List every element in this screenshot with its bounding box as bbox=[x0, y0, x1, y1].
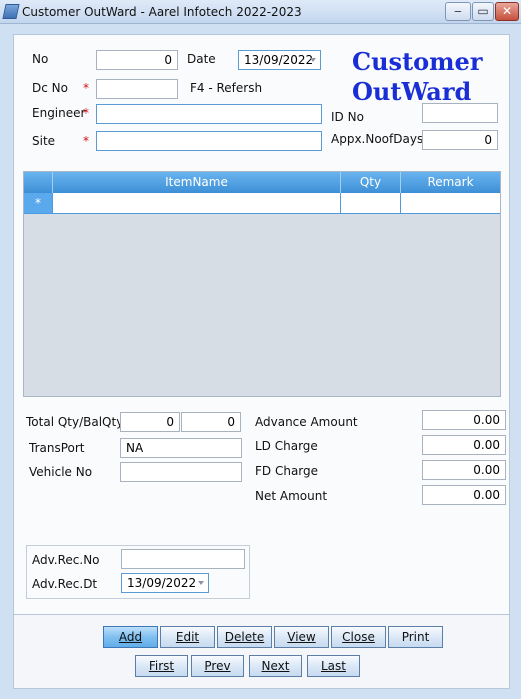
total-qty-field[interactable]: 0 bbox=[120, 412, 180, 432]
cell-remark[interactable] bbox=[401, 193, 500, 213]
bal-qty-field[interactable]: 0 bbox=[181, 412, 241, 432]
net-amount-field[interactable]: 0.00 bbox=[422, 485, 506, 505]
window-title: Customer OutWard - Aarel Infotech 2022-2… bbox=[22, 5, 302, 19]
advance-receipt-group: Adv.Rec.No Adv.Rec.Dt 13/09/2022 bbox=[26, 545, 250, 599]
adv-rec-dt-value: 13/09/2022 bbox=[127, 576, 197, 590]
next-button[interactable]: Next bbox=[249, 655, 302, 677]
edit-button[interactable]: Edit bbox=[160, 626, 215, 648]
adv-rec-dt-label: Adv.Rec.Dt bbox=[32, 577, 98, 591]
form-heading: Customer OutWard bbox=[352, 47, 482, 107]
form-heading-line1: Customer bbox=[352, 47, 483, 76]
days-label: Appx.NoofDays bbox=[331, 132, 424, 146]
column-header-remark[interactable]: Remark bbox=[401, 172, 500, 193]
total-qty-label: Total Qty/BalQty bbox=[26, 415, 124, 429]
last-button[interactable]: Last bbox=[307, 655, 360, 677]
date-label: Date bbox=[187, 52, 216, 66]
ld-charge-field[interactable]: 0.00 bbox=[422, 435, 506, 455]
item-grid[interactable]: ItemName Qty Remark * bbox=[23, 171, 501, 397]
engineer-field[interactable] bbox=[96, 104, 322, 124]
adv-rec-no-field[interactable] bbox=[121, 549, 245, 569]
dcno-label: Dc No bbox=[32, 81, 68, 95]
adv-rec-dt-picker[interactable]: 13/09/2022 bbox=[121, 573, 209, 593]
dcno-field[interactable] bbox=[96, 79, 178, 99]
refresh-hint: F4 - Refersh bbox=[190, 81, 263, 95]
fd-charge-label: FD Charge bbox=[255, 464, 319, 478]
no-field[interactable]: 0 bbox=[96, 50, 178, 70]
vehicle-field[interactable] bbox=[120, 462, 242, 482]
prev-button[interactable]: Prev bbox=[191, 655, 244, 677]
engineer-label: Engineer bbox=[32, 106, 86, 120]
no-label: No bbox=[32, 52, 49, 66]
site-field[interactable] bbox=[96, 131, 322, 151]
app-icon bbox=[2, 4, 20, 19]
advance-amount-label: Advance Amount bbox=[255, 415, 358, 429]
date-picker[interactable]: 13/09/2022 bbox=[238, 50, 321, 70]
new-row-marker[interactable]: * bbox=[24, 193, 53, 213]
transport-label: TransPort bbox=[29, 441, 85, 455]
view-button[interactable]: View bbox=[274, 626, 329, 648]
grid-corner-cell bbox=[24, 172, 53, 193]
transport-field[interactable]: NA bbox=[120, 438, 242, 458]
first-button[interactable]: First bbox=[135, 655, 188, 677]
fd-charge-field[interactable]: 0.00 bbox=[422, 460, 506, 480]
close-button[interactable]: Close bbox=[331, 626, 386, 648]
new-row[interactable]: * bbox=[24, 193, 500, 214]
column-header-itemname[interactable]: ItemName bbox=[53, 172, 341, 193]
print-button[interactable]: Print bbox=[388, 626, 443, 648]
cell-itemname[interactable] bbox=[53, 193, 341, 213]
add-button[interactable]: Add bbox=[103, 626, 158, 648]
title-bar: Customer OutWard - Aarel Infotech 2022-2… bbox=[0, 0, 521, 24]
days-field[interactable]: 0 bbox=[422, 130, 498, 150]
grid-header: ItemName Qty Remark bbox=[24, 172, 500, 193]
chevron-down-icon[interactable] bbox=[310, 58, 316, 62]
ld-charge-label: LD Charge bbox=[255, 439, 318, 453]
column-header-qty[interactable]: Qty bbox=[341, 172, 401, 193]
date-value: 13/09/2022 bbox=[244, 53, 314, 67]
button-panel: Add Edit Delete View Close Print First P… bbox=[13, 614, 510, 689]
chevron-down-icon[interactable] bbox=[198, 581, 204, 585]
entry-panel: Customer OutWard No 0 Date 13/09/2022 Dc… bbox=[13, 34, 510, 616]
minimize-button[interactable]: ‒ bbox=[445, 2, 471, 21]
engineer-required-mark: * bbox=[83, 106, 89, 120]
site-label: Site bbox=[32, 134, 56, 148]
delete-button[interactable]: Delete bbox=[217, 626, 272, 648]
advance-amount-field[interactable]: 0.00 bbox=[422, 410, 506, 430]
adv-rec-no-label: Adv.Rec.No bbox=[32, 553, 100, 567]
close-window-button[interactable]: ✕ bbox=[495, 2, 519, 21]
window-body: Customer OutWard No 0 Date 13/09/2022 Dc… bbox=[0, 24, 521, 699]
cell-qty[interactable] bbox=[341, 193, 401, 213]
dcno-required-mark: * bbox=[83, 81, 89, 95]
maximize-button[interactable]: ▭ bbox=[472, 2, 494, 21]
net-amount-label: Net Amount bbox=[255, 489, 328, 503]
vehicle-label: Vehicle No bbox=[29, 465, 93, 479]
site-required-mark: * bbox=[83, 134, 89, 148]
idno-field[interactable] bbox=[422, 103, 498, 123]
idno-label: ID No bbox=[331, 110, 364, 124]
